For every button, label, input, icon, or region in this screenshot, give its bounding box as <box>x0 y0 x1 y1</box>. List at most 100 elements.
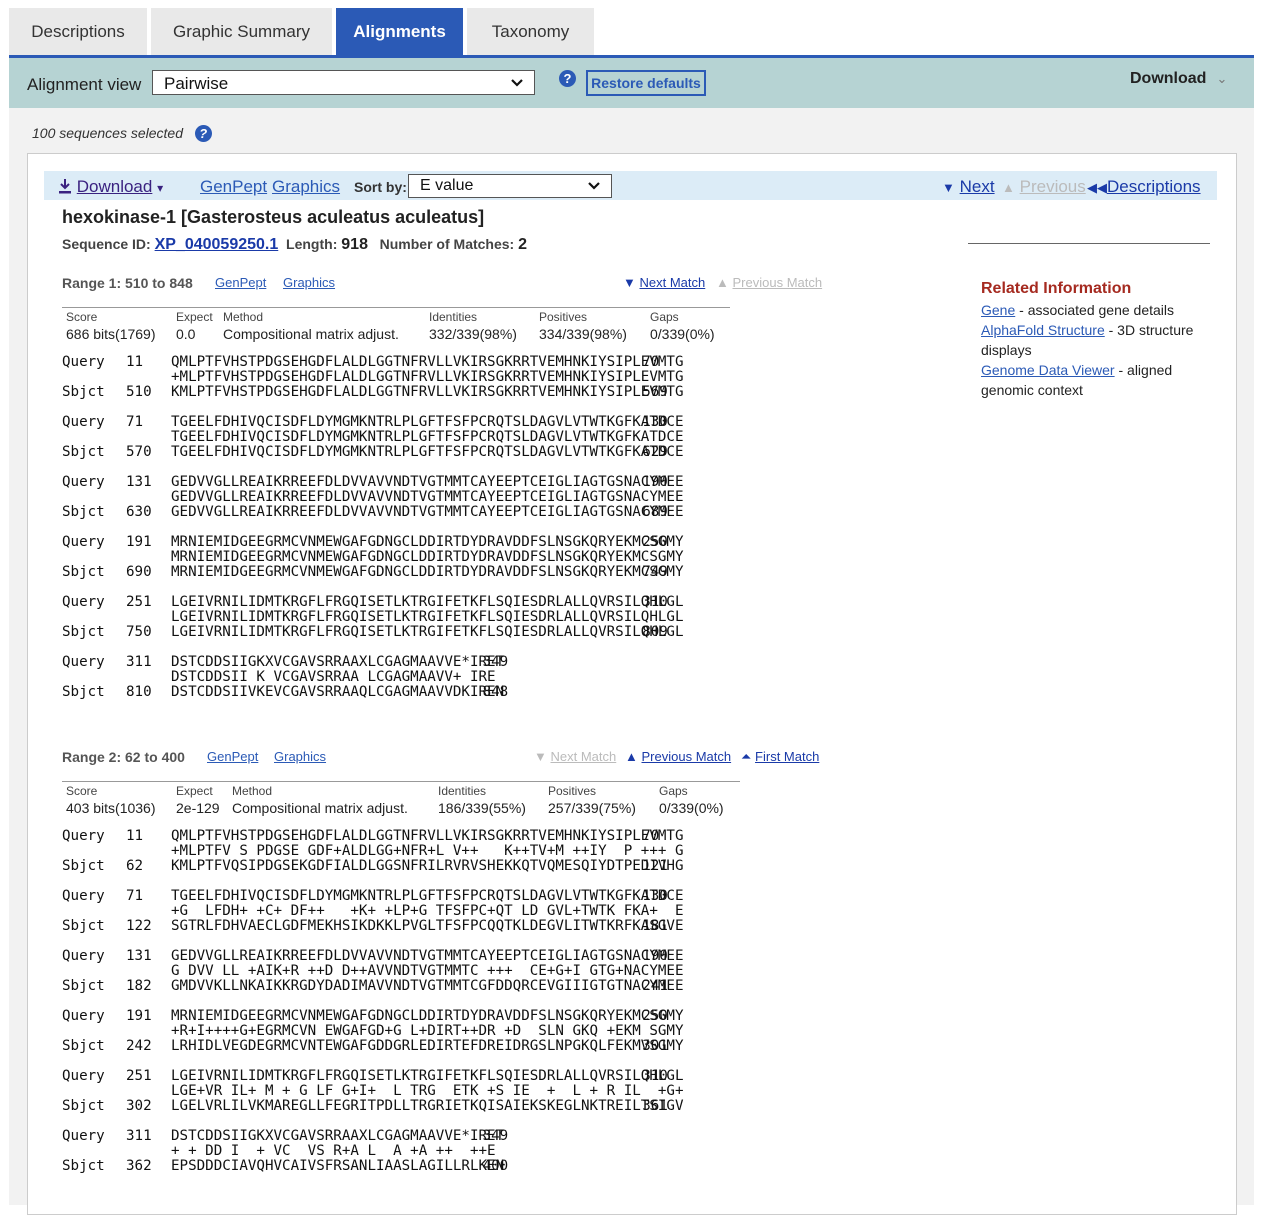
gene-link[interactable]: Gene <box>981 302 1015 318</box>
sequence: EPSDDDCIAVQHVCAIVSFRSANLIAASLAGILLRLKEN <box>171 1158 505 1174</box>
start-position: 131 <box>126 474 152 490</box>
matches-value: 2 <box>518 236 528 253</box>
previous-match-label: Previous Match <box>732 275 823 290</box>
genpept-link[interactable]: GenPept <box>200 177 267 197</box>
sequence-id-link[interactable]: XP_040059250.1 <box>155 236 279 253</box>
start-position: 11 <box>126 354 144 370</box>
selection-count: 100 sequences selected ? <box>32 125 212 142</box>
next-label: Next <box>959 177 995 196</box>
tab-taxonomy[interactable]: Taxonomy <box>467 8 594 56</box>
selection-count-text: 100 sequences selected <box>32 125 183 141</box>
stat-header: Positives <box>539 310 588 324</box>
download-label: Download <box>1130 70 1207 87</box>
tab-graphic-summary[interactable]: Graphic Summary <box>151 8 332 56</box>
start-position: 630 <box>126 504 152 520</box>
descriptions-link[interactable]: ◀◀Descriptions <box>1087 177 1201 197</box>
start-position: 251 <box>126 594 152 610</box>
previous-match-link[interactable]: ▲ Previous Match <box>625 749 731 764</box>
graphics-link[interactable]: Graphics <box>283 275 335 290</box>
query-row-label: Query <box>62 534 105 550</box>
start-position: 302 <box>126 1098 152 1114</box>
sequence: LGEIVRNILIDMTKRGFLFRGQISETLKTRGIFETKFLSQ… <box>171 609 684 625</box>
stat-value: 334/339(98%) <box>539 326 627 342</box>
next-hit-link[interactable]: ▼ Next <box>942 177 995 197</box>
sequence: + + DD I + VC VS R+A L A +A ++ ++E <box>171 1143 496 1159</box>
related-title: Related Information <box>981 280 1132 297</box>
restore-defaults-button[interactable]: Restore defaults <box>586 70 706 96</box>
chevron-down-icon: ▾ <box>157 181 164 195</box>
query-row-label: Query <box>62 474 105 490</box>
end-position: 130 <box>642 888 668 904</box>
stat-header: Expect <box>176 310 213 324</box>
subject-row-label: Sbjct <box>62 564 105 580</box>
sort-by-label: Sort by: <box>354 179 407 195</box>
sequence: G DVV LL +AIK+R ++D D++AVVNDTVGTMMTC +++… <box>171 963 684 979</box>
previous-match-link[interactable]: ▲ Previous Match <box>716 275 822 290</box>
related-item-alphafold: AlphaFold Structure - 3D structure displ… <box>981 320 1201 360</box>
length-label: Length: <box>286 236 338 252</box>
query-row-label: Query <box>62 1128 105 1144</box>
sequence: LRHIDLVEGDEGRMCVNTEWGAFGDDGRLEDIRTEFDREI… <box>171 1038 684 1054</box>
graphics-link[interactable]: Graphics <box>274 749 326 764</box>
hit-title: hexokinase-1 [Gasterosteus aculeatus acu… <box>62 207 485 227</box>
stat-header: Positives <box>548 784 597 798</box>
subject-row-label: Sbjct <box>62 978 105 994</box>
related-item-genome-viewer: Genome Data Viewer - aligned genomic con… <box>981 360 1201 400</box>
end-position: 250 <box>642 1008 668 1024</box>
stat-value: Compositional matrix adjust. <box>232 800 408 816</box>
hit-download-label: Download <box>76 177 153 196</box>
next-match-link[interactable]: ▼ Next Match <box>534 749 616 764</box>
end-position: 190 <box>642 948 668 964</box>
alphafold-link[interactable]: AlphaFold Structure <box>981 322 1105 338</box>
help-icon[interactable]: ? <box>559 70 576 87</box>
download-menu-button[interactable]: Download ⌄ <box>1130 70 1227 88</box>
start-position: 11 <box>126 828 144 844</box>
end-position: 190 <box>642 474 668 490</box>
sequence: GEDVVGLLREAIKRREEFDLDVVAVVNDTVGTMMTCAYEE… <box>171 489 684 505</box>
download-icon <box>58 177 72 196</box>
divider <box>968 243 1210 244</box>
start-position: 131 <box>126 948 152 964</box>
start-position: 122 <box>126 918 152 934</box>
sequence: SGTRLFDHVAECLGDFMEKHSIKDKKLPVGLTFSFPCQQT… <box>171 918 684 934</box>
tab-descriptions[interactable]: Descriptions <box>9 8 147 56</box>
next-match-link[interactable]: ▼ Next Match <box>623 275 705 290</box>
stat-header: Score <box>66 310 98 324</box>
first-match-link[interactable]: ⏶ First Match <box>741 749 819 765</box>
end-position: 569 <box>642 384 668 400</box>
chevron-down-icon: ⌄ <box>1216 71 1228 86</box>
graphics-link[interactable]: Graphics <box>272 177 340 197</box>
help-icon[interactable]: ? <box>194 125 212 142</box>
end-position: 349 <box>482 654 509 670</box>
genpept-link[interactable]: GenPept <box>207 749 258 764</box>
stat-value: 0/339(0%) <box>650 326 715 342</box>
next-match-label: Next Match <box>639 275 706 290</box>
genpept-link[interactable]: GenPept <box>215 275 266 290</box>
start-position: 690 <box>126 564 152 580</box>
start-position: 510 <box>126 384 152 400</box>
triangle-up-icon: ▲ <box>716 275 729 290</box>
sequence: KMLPTFVHSTPDGSEHGDFLALDLGGTNFRVLLVKIRSGK… <box>171 384 684 400</box>
result-tabs: Descriptions Graphic Summary Alignments … <box>9 8 594 56</box>
start-position: 242 <box>126 1038 152 1054</box>
triangle-up-icon: ▲ <box>625 749 638 764</box>
chevron-down-icon <box>510 72 524 95</box>
matches-label: Number of Matches: <box>379 236 515 252</box>
hit-download-button[interactable]: Download ▾ <box>58 177 163 197</box>
alignment-view-select[interactable]: Pairwise <box>152 70 535 95</box>
stat-value: 0.0 <box>176 326 196 342</box>
stat-value: 257/339(75%) <box>548 800 636 816</box>
triangle-up-icon: ▲ <box>1002 180 1015 195</box>
subject-row-label: Sbjct <box>62 1038 105 1054</box>
range-1: Range 1: 510 to 848 GenPept Graphics ▼ Next… <box>62 275 832 700</box>
sort-select[interactable]: E value <box>408 174 612 198</box>
tab-alignments[interactable]: Alignments <box>336 8 463 56</box>
stat-header: Method <box>232 784 273 798</box>
subject-row-label: Sbjct <box>62 1158 105 1174</box>
previous-hit-link[interactable]: ▲ Previous <box>1002 177 1086 197</box>
sequence: GEDVVGLLREAIKRREEFDLDVVAVVNDTVGTMMTCAYEE… <box>171 504 684 520</box>
genome-data-viewer-link[interactable]: Genome Data Viewer <box>981 362 1115 378</box>
end-position: 250 <box>642 534 668 550</box>
sequence: LGEIVRNILIDMTKRGFLFRGQISETLKTRGIFETKFLSQ… <box>171 624 684 640</box>
end-position: 301 <box>642 1038 668 1054</box>
